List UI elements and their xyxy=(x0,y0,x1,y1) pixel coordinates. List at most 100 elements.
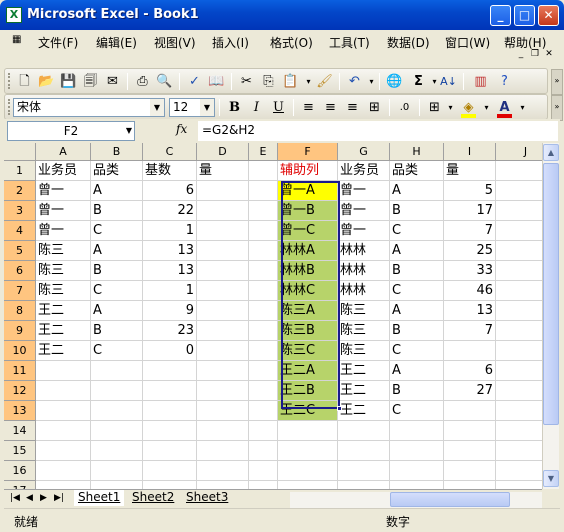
menu-insert[interactable]: 插入(I) xyxy=(212,34,249,51)
cell-e7[interactable] xyxy=(249,281,278,301)
cell-j17[interactable] xyxy=(496,481,542,489)
cell-c9[interactable]: 23 xyxy=(143,321,197,341)
first-sheet-icon[interactable]: |◀ xyxy=(10,493,20,503)
cell-h1[interactable]: 品类 xyxy=(390,161,444,181)
cell-c1[interactable]: 基数 xyxy=(143,161,197,181)
cell-a1[interactable]: 业务员 xyxy=(36,161,91,181)
cell-b14[interactable] xyxy=(91,421,143,441)
cell-j2[interactable] xyxy=(496,181,542,201)
cell-e10[interactable] xyxy=(249,341,278,361)
scroll-down-icon[interactable]: ▼ xyxy=(543,470,559,487)
cell-g5[interactable]: 林林 xyxy=(338,241,390,261)
cell-c2[interactable]: 6 xyxy=(143,181,197,201)
spelling-icon[interactable]: ✓ xyxy=(185,72,204,91)
maximize-button[interactable]: □ xyxy=(514,5,535,26)
font-color-dropdown-icon[interactable]: ▾ xyxy=(513,98,532,117)
cell-j13[interactable] xyxy=(496,401,542,421)
merge-center-icon[interactable]: ⊞ xyxy=(365,98,384,117)
cell-e4[interactable] xyxy=(249,221,278,241)
cell-b12[interactable] xyxy=(91,381,143,401)
cell-a8[interactable]: 王二 xyxy=(36,301,91,321)
row-header-15[interactable]: 15 xyxy=(4,441,36,461)
cell-j15[interactable] xyxy=(496,441,542,461)
menu-edit[interactable]: 编辑(E) xyxy=(96,34,137,51)
column-header-d[interactable]: D xyxy=(197,143,249,161)
cell-j9[interactable] xyxy=(496,321,542,341)
cell-a15[interactable] xyxy=(36,441,91,461)
cell-j6[interactable] xyxy=(496,261,542,281)
copy-icon[interactable]: ⎘ xyxy=(259,72,278,91)
column-header-i[interactable]: I xyxy=(444,143,496,161)
cell-h15[interactable] xyxy=(390,441,444,461)
next-sheet-icon[interactable]: ▶ xyxy=(40,493,47,503)
cell-a9[interactable]: 王二 xyxy=(36,321,91,341)
cell-d16[interactable] xyxy=(197,461,249,481)
cell-g17[interactable] xyxy=(338,481,390,489)
cell-a11[interactable] xyxy=(36,361,91,381)
cell-c7[interactable]: 1 xyxy=(143,281,197,301)
permission-icon[interactable]: 🗐 xyxy=(81,72,100,91)
chevron-down-icon[interactable]: ▼ xyxy=(126,122,132,140)
cell-i7[interactable]: 46 xyxy=(444,281,496,301)
row-header-17[interactable]: 17 xyxy=(4,481,36,489)
cell-c17[interactable] xyxy=(143,481,197,489)
tab-sheet3[interactable]: Sheet3 xyxy=(182,490,232,506)
cell-h11[interactable]: A xyxy=(390,361,444,381)
underline-button[interactable]: U xyxy=(269,98,288,117)
cell-i5[interactable]: 25 xyxy=(444,241,496,261)
last-sheet-icon[interactable]: ▶| xyxy=(54,493,64,503)
cell-b13[interactable] xyxy=(91,401,143,421)
cell-b1[interactable]: 品类 xyxy=(91,161,143,181)
cell-e6[interactable] xyxy=(249,261,278,281)
align-center-icon[interactable]: ≡ xyxy=(321,98,340,117)
column-header-f[interactable]: F xyxy=(278,143,338,161)
cut-icon[interactable]: ✂ xyxy=(237,72,256,91)
cell-a2[interactable]: 曾一 xyxy=(36,181,91,201)
cell-j11[interactable] xyxy=(496,361,542,381)
row-header-1[interactable]: 1 xyxy=(4,161,36,181)
cell-h10[interactable]: C xyxy=(390,341,444,361)
cell-f14[interactable] xyxy=(278,421,338,441)
menu-data[interactable]: 数据(D) xyxy=(387,34,430,51)
increase-decimal-icon[interactable]: .0 xyxy=(395,98,414,117)
cell-g16[interactable] xyxy=(338,461,390,481)
horizontal-scroll-thumb[interactable] xyxy=(390,492,510,507)
cell-c6[interactable]: 13 xyxy=(143,261,197,281)
cell-h6[interactable]: B xyxy=(390,261,444,281)
cell-d14[interactable] xyxy=(197,421,249,441)
cell-g13[interactable]: 王二 xyxy=(338,401,390,421)
cell-a14[interactable] xyxy=(36,421,91,441)
cell-b10[interactable]: C xyxy=(91,341,143,361)
cell-e5[interactable] xyxy=(249,241,278,261)
cell-d10[interactable] xyxy=(197,341,249,361)
sort-ascending-icon[interactable]: A↓ xyxy=(439,72,458,91)
format-painter-icon[interactable]: 🖌 xyxy=(315,72,334,91)
toolbar-options-icon[interactable]: » xyxy=(551,69,563,95)
cell-a6[interactable]: 陈三 xyxy=(36,261,91,281)
cell-g14[interactable] xyxy=(338,421,390,441)
cell-j14[interactable] xyxy=(496,421,542,441)
menu-file[interactable]: 文件(F) xyxy=(38,34,78,51)
cell-j12[interactable] xyxy=(496,381,542,401)
align-left-icon[interactable]: ≡ xyxy=(299,98,318,117)
cell-e14[interactable] xyxy=(249,421,278,441)
cell-j10[interactable] xyxy=(496,341,542,361)
open-icon[interactable]: 📂 xyxy=(37,72,56,91)
cell-g10[interactable]: 陈三 xyxy=(338,341,390,361)
cell-f16[interactable] xyxy=(278,461,338,481)
row-header-3[interactable]: 3 xyxy=(4,201,36,221)
column-header-a[interactable]: A xyxy=(36,143,91,161)
cell-b6[interactable]: B xyxy=(91,261,143,281)
cell-i10[interactable] xyxy=(444,341,496,361)
italic-button[interactable]: I xyxy=(247,98,266,117)
cell-c16[interactable] xyxy=(143,461,197,481)
cell-e16[interactable] xyxy=(249,461,278,481)
cell-j1[interactable] xyxy=(496,161,542,181)
doc-restore-icon[interactable]: ❐ xyxy=(528,49,542,65)
cell-g1[interactable]: 业务员 xyxy=(338,161,390,181)
vertical-scroll-thumb[interactable] xyxy=(543,163,559,425)
cell-d1[interactable]: 量 xyxy=(197,161,249,181)
column-header-e[interactable]: E xyxy=(249,143,278,161)
cell-g12[interactable]: 王二 xyxy=(338,381,390,401)
cell-g8[interactable]: 陈三 xyxy=(338,301,390,321)
